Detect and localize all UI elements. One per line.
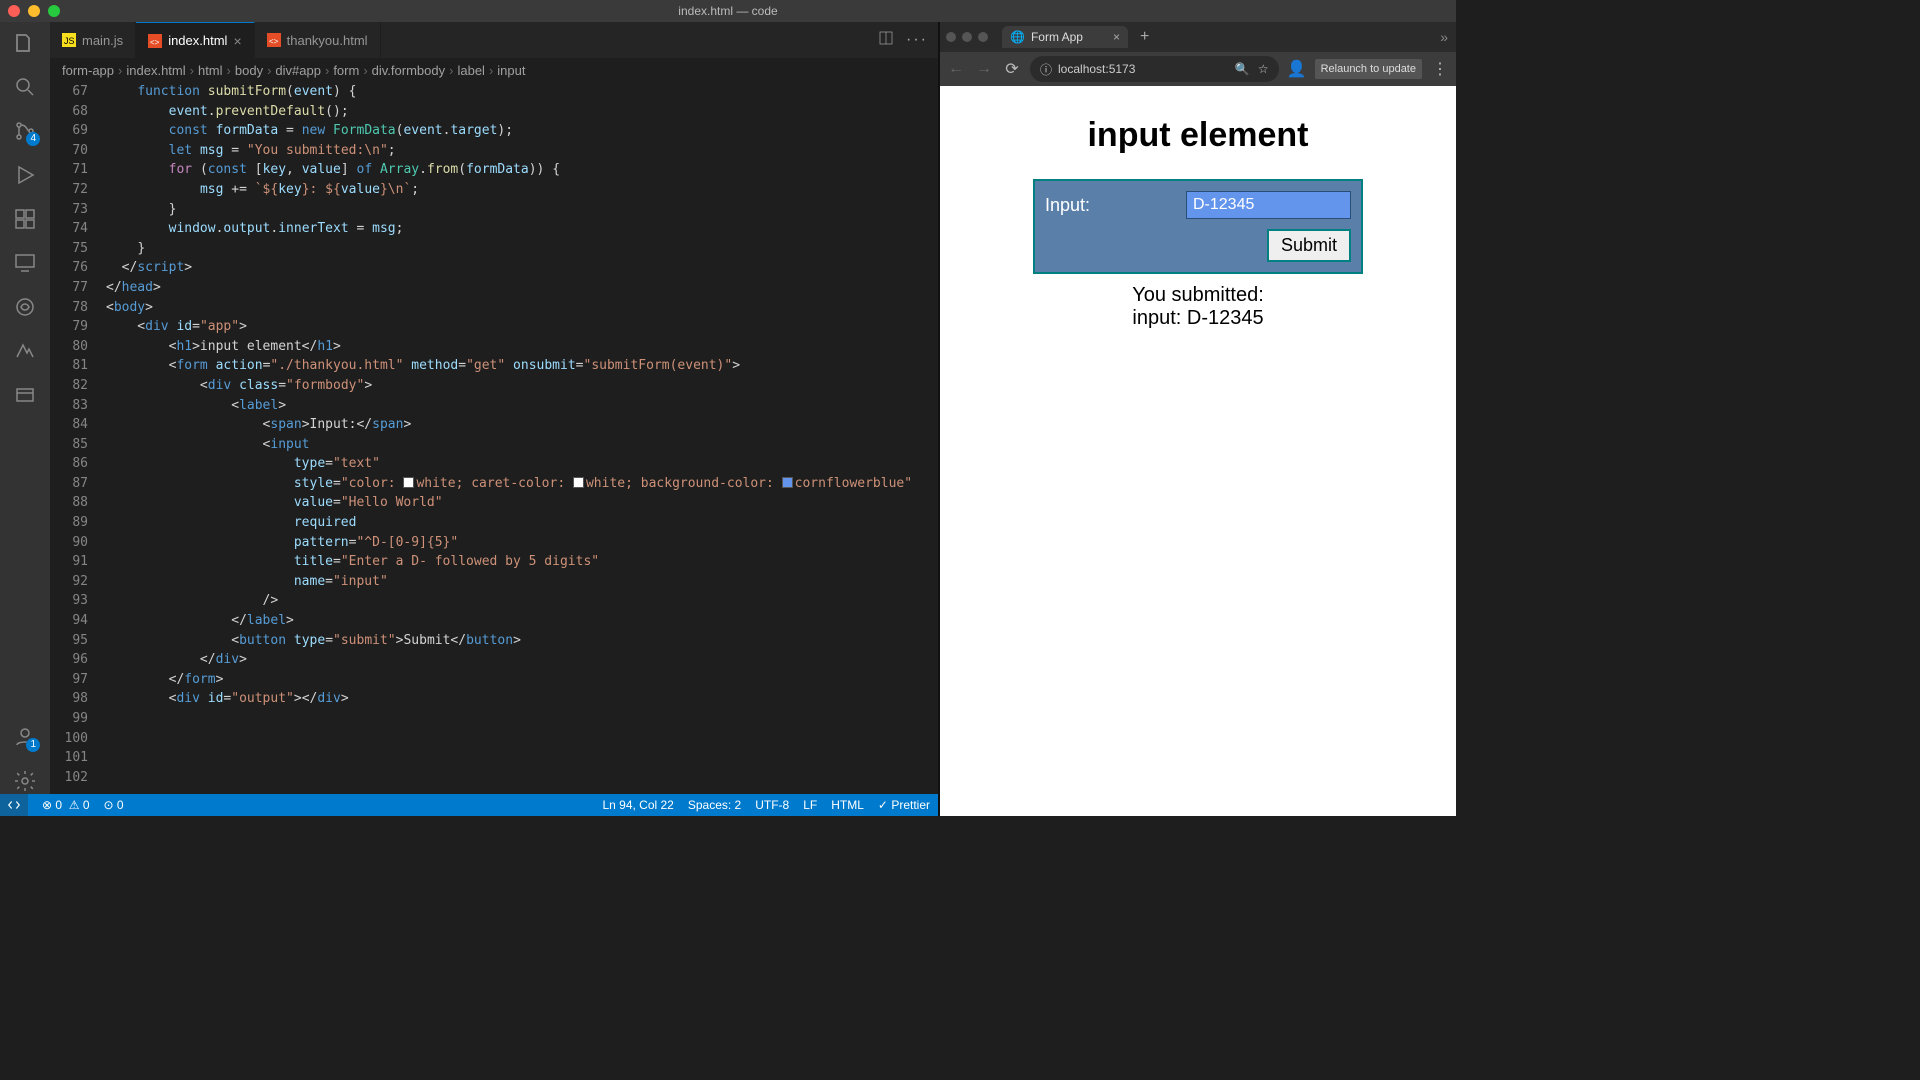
breadcrumb-item[interactable]: input: [497, 63, 525, 78]
status-ports[interactable]: ⊙ 0: [104, 798, 124, 812]
close-tab-icon[interactable]: ×: [1113, 30, 1120, 44]
breadcrumb-item[interactable]: index.html: [126, 63, 185, 78]
breadcrumb-item[interactable]: div.formbody: [372, 63, 445, 78]
status-eol[interactable]: LF: [803, 798, 817, 812]
status-formatter[interactable]: ✓ Prettier: [878, 798, 930, 812]
input-label: Input:: [1045, 195, 1090, 216]
rendered-page: input element Input: Submit You submitte…: [940, 86, 1456, 816]
vscode-window: 4 1 JS main.js <> index.html × <> thankyou.htm…: [0, 22, 940, 816]
source-control-icon[interactable]: 4: [12, 118, 38, 144]
breadcrumb-item[interactable]: label: [457, 63, 484, 78]
breadcrumbs[interactable]: form-app›index.html›html›body›div#app›fo…: [50, 58, 938, 82]
browser-tab[interactable]: 🌐 Form App ×: [1002, 26, 1128, 48]
close-window-icon[interactable]: [8, 5, 20, 17]
file-icon: JS: [62, 33, 76, 47]
text-input[interactable]: [1186, 191, 1351, 219]
status-bar: ⊗ 0 ⚠ 0 ⊙ 0 Ln 94, Col 22 Spaces: 2 UTF-…: [0, 794, 938, 816]
svg-text:JS: JS: [64, 36, 75, 46]
bookmark-icon[interactable]: ☆: [1258, 62, 1269, 76]
tab-label: thankyou.html: [287, 33, 368, 48]
status-cursor[interactable]: Ln 94, Col 22: [602, 798, 673, 812]
accounts-icon[interactable]: 1: [12, 724, 38, 750]
scm-badge: 4: [26, 132, 40, 146]
traffic-lights: [8, 5, 60, 17]
page-heading: input element: [1087, 116, 1308, 155]
breadcrumb-item[interactable]: div#app: [275, 63, 321, 78]
favicon-icon: 🌐: [1010, 30, 1025, 44]
url-text: localhost:5173: [1058, 62, 1135, 76]
remote-explorer-icon[interactable]: [12, 250, 38, 276]
extensions-icon[interactable]: [12, 206, 38, 232]
search-icon[interactable]: [12, 74, 38, 100]
breadcrumb-item[interactable]: form-app: [62, 63, 114, 78]
browser-chevron-icon[interactable]: »: [1440, 29, 1456, 45]
close-tab-icon[interactable]: ×: [233, 33, 241, 49]
editor-tab[interactable]: JS main.js: [50, 22, 136, 58]
editor-tab[interactable]: <> index.html ×: [136, 22, 254, 58]
minimize-icon[interactable]: [962, 32, 972, 42]
svg-text:<>: <>: [269, 37, 279, 46]
remote-indicator-icon[interactable]: [0, 794, 28, 816]
profile-icon[interactable]: 👤: [1287, 59, 1307, 79]
settings-gear-icon[interactable]: [12, 768, 38, 794]
status-lang[interactable]: HTML: [831, 798, 864, 812]
form-body: Input: Submit: [1033, 179, 1363, 274]
breadcrumb-item[interactable]: html: [198, 63, 223, 78]
breadcrumb-item[interactable]: body: [235, 63, 263, 78]
reload-icon[interactable]: ⟳: [1002, 59, 1022, 79]
file-icon: <>: [148, 34, 162, 48]
forward-icon[interactable]: →: [974, 60, 994, 78]
minimize-window-icon[interactable]: [28, 5, 40, 17]
extra-3-icon[interactable]: [12, 382, 38, 408]
close-icon[interactable]: [946, 32, 956, 42]
window-title: index.html — code: [678, 4, 777, 18]
split-editor-icon[interactable]: [878, 30, 894, 51]
site-info-icon[interactable]: ⓘ: [1040, 61, 1052, 78]
browser-toolbar: ← → ⟳ ⓘ localhost:5173 🔍 ☆ 👤 Relaunch to…: [940, 52, 1456, 86]
editor-tabs: JS main.js <> index.html × <> thankyou.html ··…: [50, 22, 938, 58]
status-errors[interactable]: ⊗ 0 ⚠ 0: [42, 798, 90, 812]
zoom-indicator-icon[interactable]: 🔍: [1235, 62, 1250, 76]
code-editor[interactable]: 6768697071727374757677787980818283848586…: [50, 82, 938, 794]
explorer-icon[interactable]: [12, 30, 38, 56]
zoom-icon[interactable]: [978, 32, 988, 42]
browser-tab-bar: 🌐 Form App × + »: [940, 22, 1456, 52]
breadcrumb-item[interactable]: form: [333, 63, 359, 78]
accounts-badge: 1: [26, 738, 40, 752]
submit-button[interactable]: Submit: [1267, 229, 1351, 262]
browser-window: 🌐 Form App × + » ← → ⟳ ⓘ localhost:5173 …: [940, 22, 1456, 816]
new-tab-icon[interactable]: +: [1134, 28, 1155, 46]
tab-label: main.js: [82, 33, 123, 48]
svg-text:<>: <>: [150, 38, 160, 47]
output-text: You submitted: input: D-12345: [1132, 284, 1264, 330]
status-encoding[interactable]: UTF-8: [755, 798, 789, 812]
extra-2-icon[interactable]: [12, 338, 38, 364]
browser-tab-title: Form App: [1031, 30, 1083, 44]
browser-menu-icon[interactable]: ⋮: [1430, 59, 1450, 79]
zoom-window-icon[interactable]: [48, 5, 60, 17]
tab-label: index.html: [168, 33, 227, 48]
editor-tab[interactable]: <> thankyou.html: [255, 22, 381, 58]
run-debug-icon[interactable]: [12, 162, 38, 188]
input-label-row: Input:: [1045, 191, 1351, 219]
status-spaces[interactable]: Spaces: 2: [688, 798, 741, 812]
more-actions-icon[interactable]: ···: [906, 31, 928, 49]
window-titlebar: index.html — code: [0, 0, 1456, 22]
file-icon: <>: [267, 33, 281, 47]
browser-traffic-lights: [946, 32, 988, 42]
back-icon[interactable]: ←: [946, 60, 966, 78]
extra-1-icon[interactable]: [12, 294, 38, 320]
activity-bar: 4 1: [0, 22, 50, 794]
relaunch-button[interactable]: Relaunch to update: [1315, 59, 1422, 79]
url-bar[interactable]: ⓘ localhost:5173 🔍 ☆: [1030, 56, 1279, 82]
